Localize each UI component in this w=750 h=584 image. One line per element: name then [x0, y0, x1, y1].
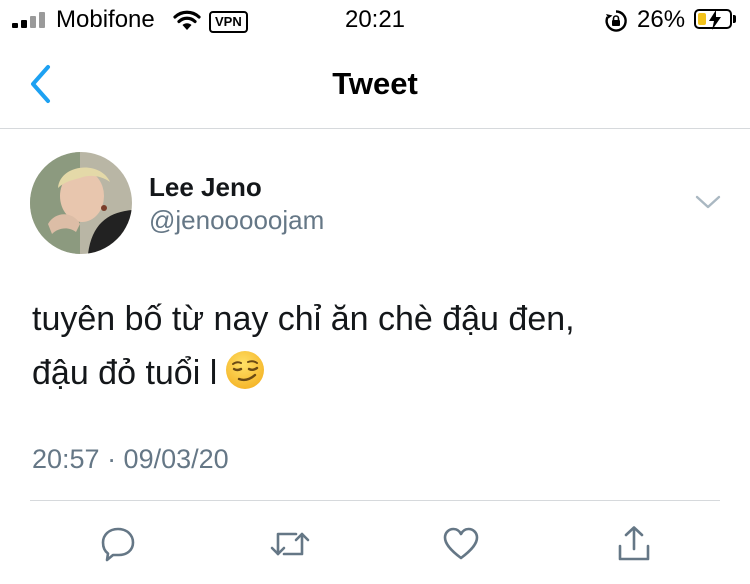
- battery-charging-icon: [694, 9, 732, 30]
- wifi-icon: [172, 9, 202, 36]
- like-button[interactable]: [437, 520, 485, 568]
- status-bar: Mobifone VPN 20:21 26%: [0, 0, 750, 40]
- reply-button[interactable]: [94, 520, 142, 568]
- vpn-badge: VPN: [209, 11, 248, 33]
- reply-icon: [101, 527, 135, 562]
- status-time: 20:21: [344, 6, 406, 33]
- retweet-icon: [270, 532, 310, 556]
- signal-icon: [12, 12, 48, 28]
- author-handle[interactable]: @jenooooojam: [149, 205, 324, 236]
- avatar[interactable]: [30, 152, 132, 254]
- carrier-name: Mobifone: [56, 6, 155, 33]
- chevron-down-icon: [695, 195, 721, 209]
- tweet-text-line-2-text: đậu đỏ tuổi l: [32, 354, 218, 392]
- battery-percent: 26%: [637, 6, 686, 33]
- tweet-timestamp: 20:57 · 09/03/20: [32, 444, 229, 474]
- smirking-face-emoji: [225, 350, 265, 406]
- retweet-button[interactable]: [266, 520, 314, 568]
- author-name[interactable]: Lee Jeno: [149, 172, 262, 203]
- battery-level-fill: [698, 13, 706, 25]
- heart-icon: [443, 527, 479, 560]
- tweet-options-button[interactable]: [694, 193, 722, 216]
- tweet-text-line-1: tuyên bố từ nay chỉ ăn chè đậu đen,: [32, 300, 575, 338]
- tweet-text: tuyên bố từ nay chỉ ăn chè đậu đen, đậu …: [32, 292, 732, 406]
- tweet-text-line-2: đậu đỏ tuổi l: [32, 346, 732, 406]
- share-icon: [618, 526, 650, 561]
- nav-header: Tweet: [0, 40, 750, 129]
- orientation-lock-icon: [604, 9, 628, 38]
- share-button[interactable]: [610, 520, 658, 568]
- divider: [30, 500, 720, 501]
- battery-terminal: [733, 15, 736, 23]
- page-title: Tweet: [332, 66, 418, 101]
